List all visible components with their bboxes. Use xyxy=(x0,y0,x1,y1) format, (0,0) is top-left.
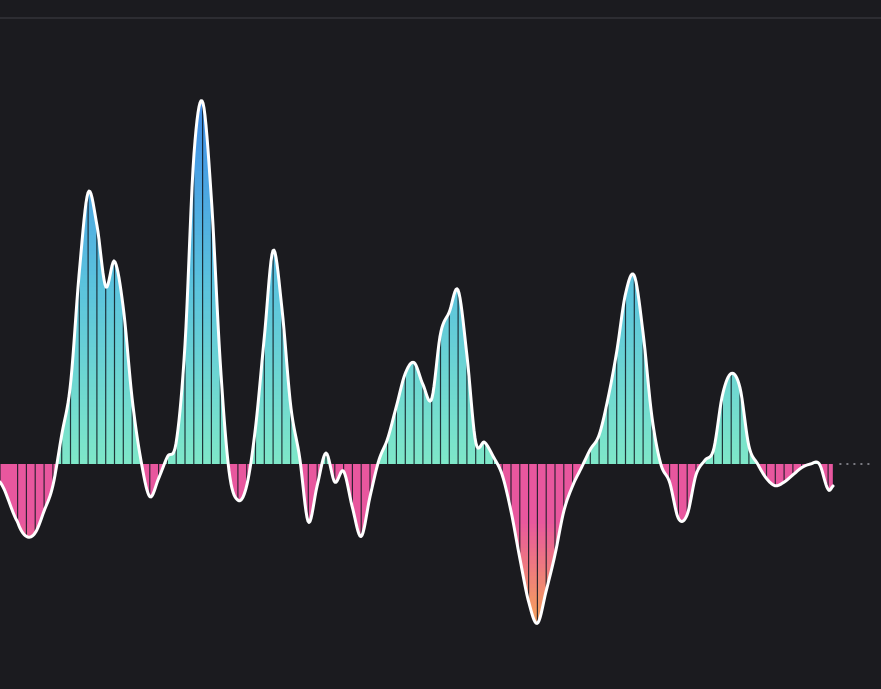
positive-fill-band xyxy=(0,458,834,464)
chart-root xyxy=(0,0,881,689)
area-chart xyxy=(0,0,881,689)
